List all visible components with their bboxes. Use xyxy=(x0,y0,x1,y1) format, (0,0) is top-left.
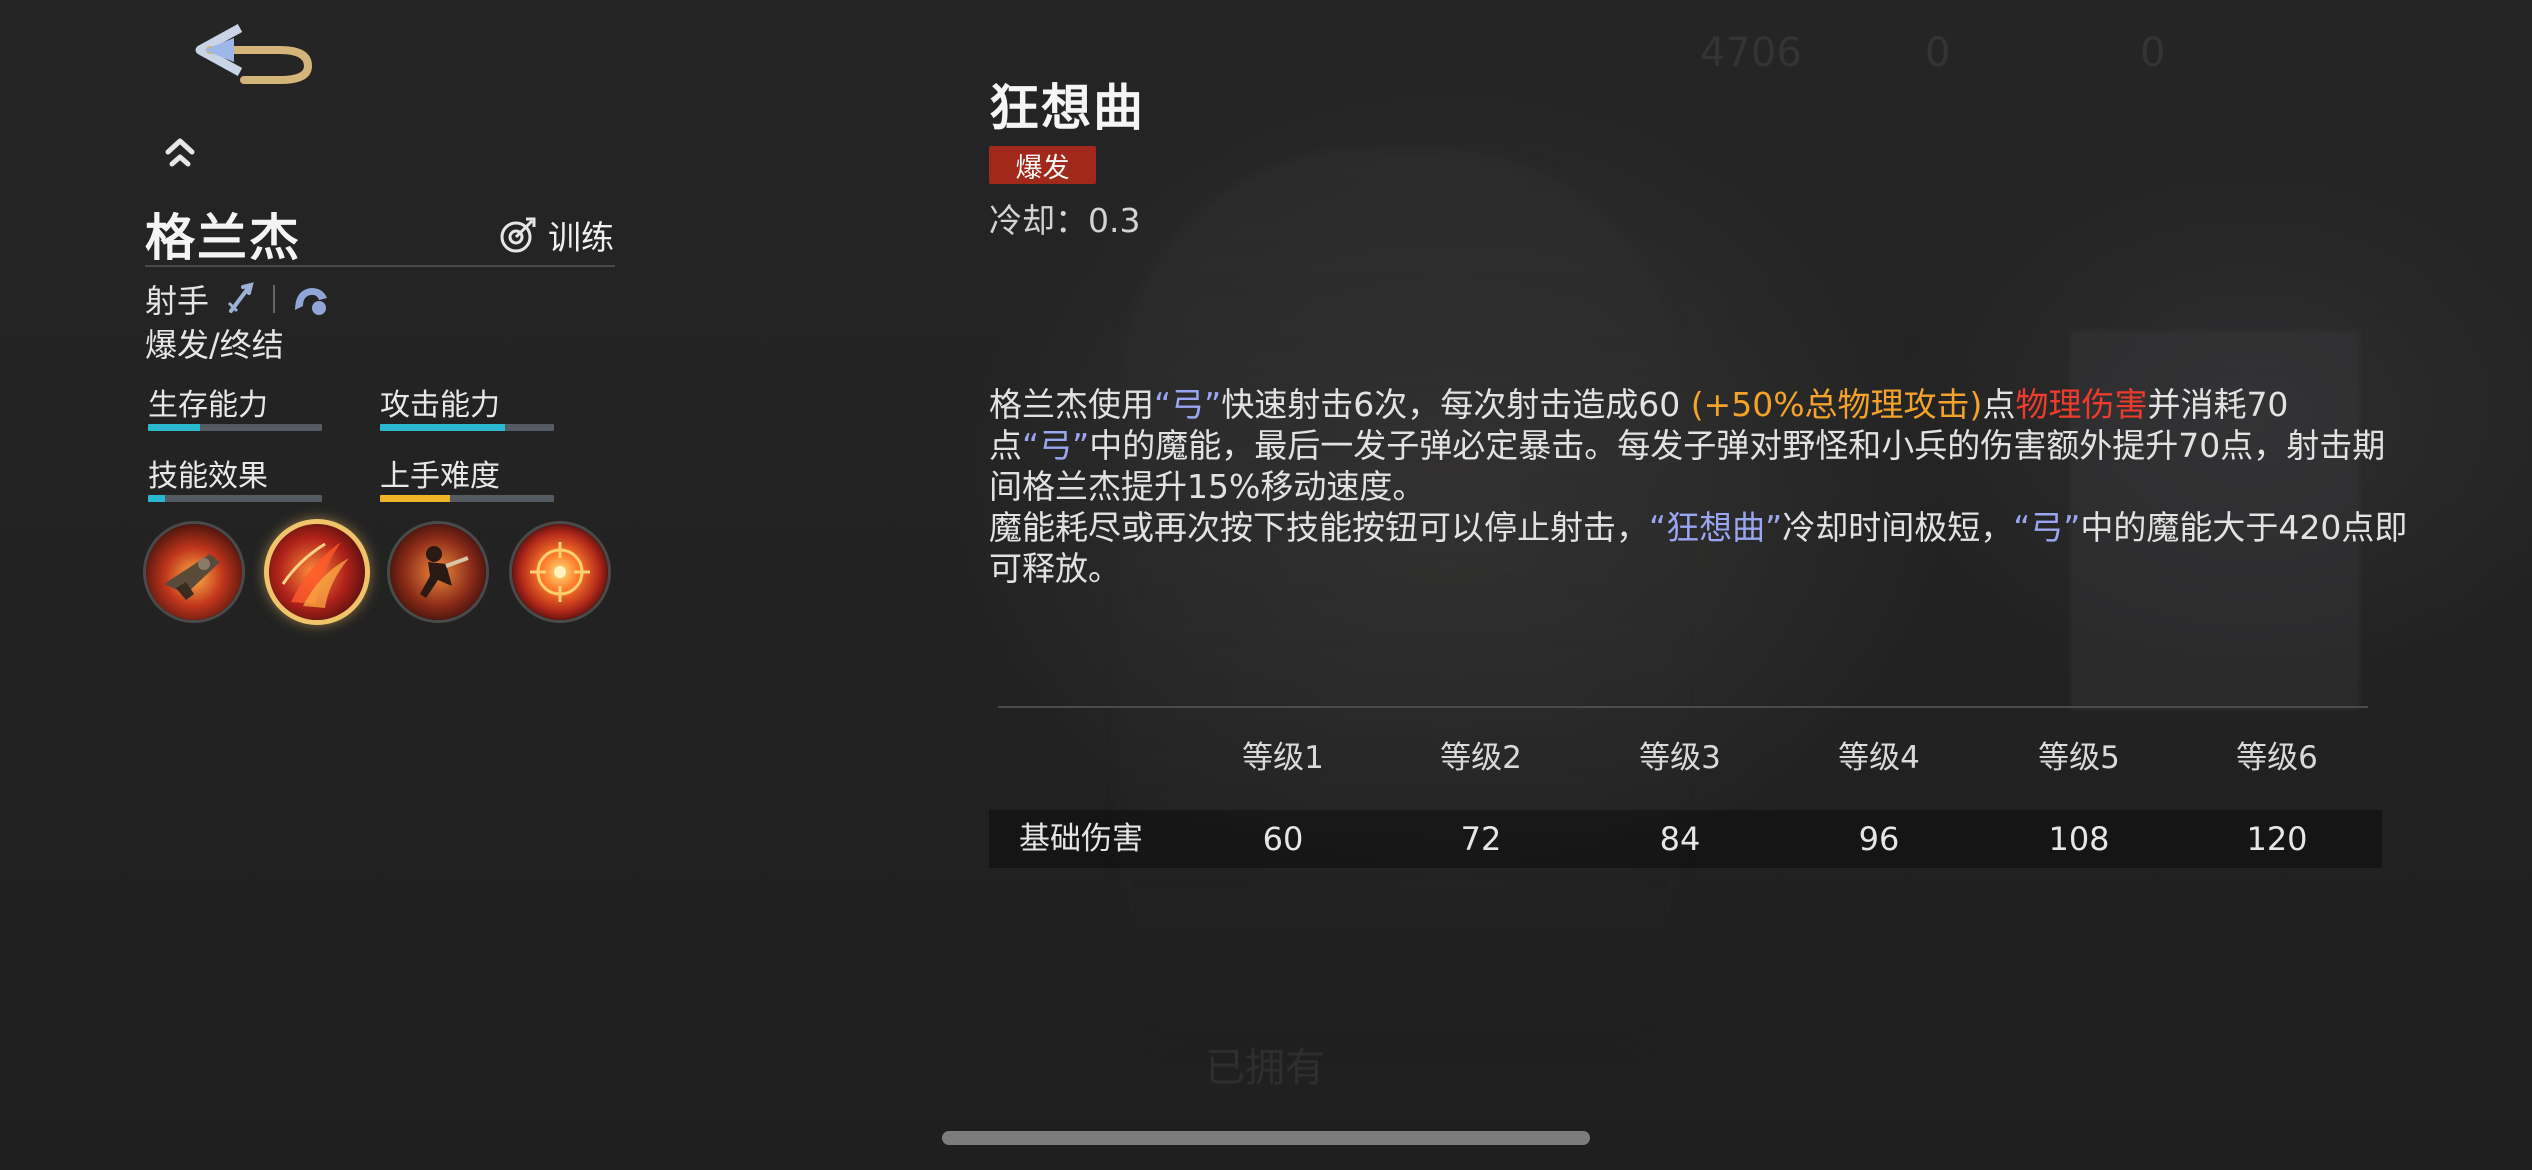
background-owned-label: 已拥有 xyxy=(1205,1045,1325,1091)
desc-keyword: “弓” xyxy=(1022,426,1090,465)
skill-2-button[interactable] xyxy=(269,524,365,620)
skill-4-button[interactable] xyxy=(512,524,608,620)
desc-keyword: “弓” xyxy=(2013,508,2081,547)
collapse-chevron-icon[interactable] xyxy=(160,136,200,170)
table-cell: 84 xyxy=(1659,820,1701,858)
stat-survival: 生存能力 xyxy=(148,380,323,431)
stat-skill-effect: 技能效果 xyxy=(148,451,323,502)
stat-fill xyxy=(148,424,201,431)
stat-fill xyxy=(380,424,506,431)
table-divider xyxy=(998,706,2368,708)
table-header: 等级1 xyxy=(1242,740,1324,776)
stat-attack: 攻击能力 xyxy=(380,380,555,431)
skill-cooldown: 冷却：0.3 xyxy=(989,201,1141,240)
hero-name: 格兰杰 xyxy=(145,209,301,267)
desc-damage-type: 物理伤害 xyxy=(2015,385,2148,424)
table-row: 基础伤害 60 72 84 96 108 120 xyxy=(989,810,2382,868)
revolver-skill-icon xyxy=(146,524,242,620)
table-cell: 60 xyxy=(1262,820,1304,858)
back-arrow-icon xyxy=(195,24,313,84)
skill-description: 格兰杰使用“弓”快速射击6次，每次射击造成60 (+50%总物理攻击)点物理伤害… xyxy=(989,384,2409,589)
desc-keyword: “狂想曲” xyxy=(1649,508,1783,547)
stat-label: 上手难度 xyxy=(380,459,500,494)
stat-difficulty: 上手难度 xyxy=(380,451,555,502)
role-separator xyxy=(273,285,276,313)
stat-fill xyxy=(148,495,166,502)
stat-track xyxy=(148,424,322,431)
table-header: 等级3 xyxy=(1639,740,1721,776)
background-gem-count-a: 0 xyxy=(1925,30,1951,76)
dash-skill-icon xyxy=(390,524,486,620)
desc-text: 点 xyxy=(1982,385,2016,424)
stat-track xyxy=(380,495,554,502)
target-skill-icon xyxy=(512,524,608,620)
table-cell: 72 xyxy=(1460,820,1502,858)
desc-text: 格兰杰使用 xyxy=(989,385,1154,424)
hero-tags: 爆发/终结 xyxy=(145,326,284,364)
train-label: 训练 xyxy=(548,218,614,257)
background-hero-figure xyxy=(1120,150,1680,1050)
stat-track xyxy=(148,495,322,502)
stat-label: 技能效果 xyxy=(148,459,268,494)
description-paragraph-2: 魔能耗尽或再次按下技能按钮可以停止射击，“狂想曲”冷却时间极短，“弓”中的魔能大… xyxy=(989,507,2409,589)
back-button[interactable] xyxy=(180,12,320,92)
stat-label: 生存能力 xyxy=(148,388,268,423)
table-cell: 108 xyxy=(2048,820,2110,858)
home-indicator[interactable] xyxy=(942,1131,1590,1145)
role-row: 射手 xyxy=(145,278,333,320)
desc-keyword: “弓” xyxy=(1154,385,1222,424)
background-coin-count: 4706 xyxy=(1700,30,1802,76)
table-row-label: 基础伤害 xyxy=(1019,821,1143,857)
table-header: 等级2 xyxy=(1440,740,1522,776)
lane-icon xyxy=(295,288,328,315)
table-header: 等级6 xyxy=(2236,740,2318,776)
skill-1-button[interactable] xyxy=(146,524,242,620)
skill-3-button[interactable] xyxy=(390,524,486,620)
train-button[interactable]: 训练 xyxy=(498,210,614,260)
desc-text: 快速射击6次，每次射击造成60 xyxy=(1221,385,1691,424)
marksman-role-icon xyxy=(227,282,254,313)
stat-label: 攻击能力 xyxy=(380,388,500,423)
table-header: 等级4 xyxy=(1838,740,1920,776)
stat-track xyxy=(380,424,554,431)
desc-text: 中的魔能，最后一发子弹必定暴击。每发子弹对野怪和小兵的伤害额外提升70点，射击期… xyxy=(989,426,2386,506)
target-icon xyxy=(500,217,536,253)
name-divider xyxy=(145,265,615,267)
table-cell: 96 xyxy=(1858,820,1900,858)
role-label: 射手 xyxy=(145,282,210,320)
desc-text: 冷却时间极短， xyxy=(1782,508,2014,547)
rhapsody-skill-icon xyxy=(269,524,365,620)
stat-fill xyxy=(380,495,450,502)
background-gem-count-b: 0 xyxy=(2140,30,2166,76)
description-paragraph-1: 格兰杰使用“弓”快速射击6次，每次射击造成60 (+50%总物理攻击)点物理伤害… xyxy=(989,384,2409,507)
table-header: 等级5 xyxy=(2038,740,2120,776)
table-cell: 120 xyxy=(2246,820,2308,858)
skill-type-badge: 爆发 xyxy=(989,146,1096,184)
desc-scaling: (+50%总物理攻击) xyxy=(1690,385,1983,424)
hero-skill-screen: 4706 0 0 已拥有 格兰杰 训练 射手 爆发/终结 生存能力 攻击能力 技… xyxy=(0,0,2532,1170)
desc-text: 魔能耗尽或再次按下技能按钮可以停止射击， xyxy=(989,508,1649,547)
skill-title: 狂想曲 xyxy=(989,79,1145,137)
